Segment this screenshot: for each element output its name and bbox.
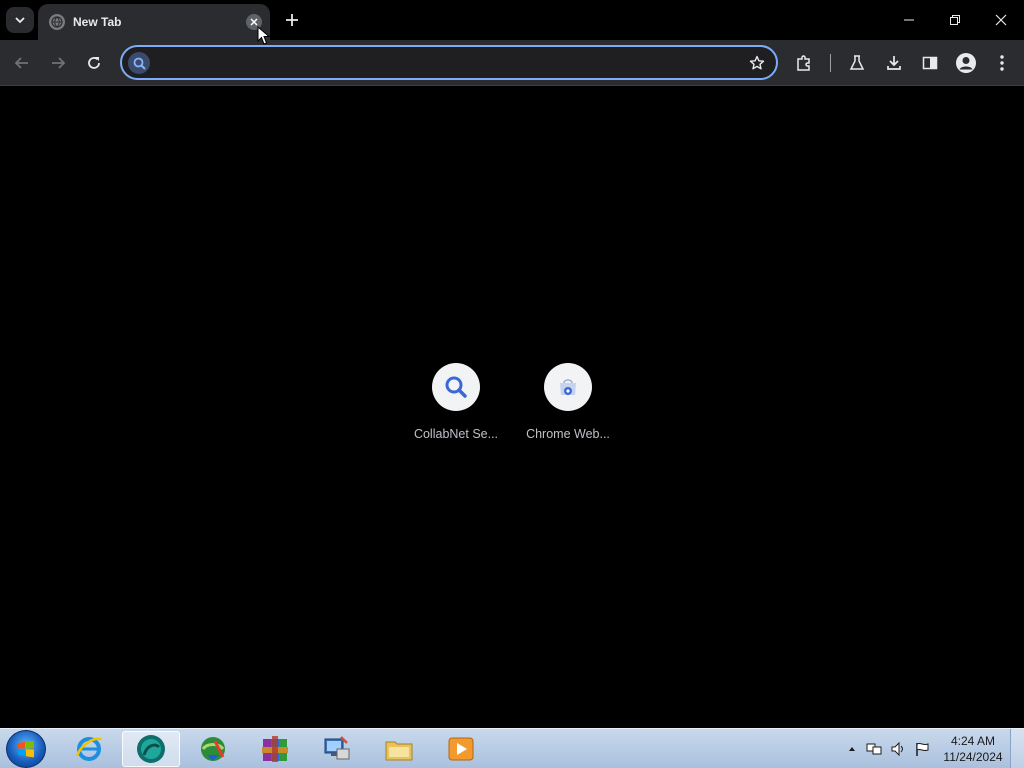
mouse-cursor-icon [257, 26, 271, 45]
shortcut-tile [432, 363, 480, 411]
internet-explorer-icon [75, 737, 102, 761]
show-desktop-button[interactable] [1010, 729, 1024, 768]
clock-date: 11/24/2024 [943, 750, 1003, 764]
action-center-flag-icon[interactable] [914, 741, 930, 757]
media-player-icon [448, 737, 474, 761]
bookmark-star-button[interactable] [746, 52, 768, 74]
browser-toolbar [0, 40, 1024, 86]
globe-icon [49, 14, 65, 30]
tab-search-button[interactable] [6, 7, 34, 33]
shortcut-label: Chrome Web... [526, 427, 610, 441]
new-tab-button[interactable] [280, 8, 304, 32]
close-icon [250, 18, 258, 26]
menu-button[interactable] [988, 49, 1016, 77]
shortcut-label: CollabNet Se... [413, 427, 499, 441]
address-bar[interactable] [120, 45, 778, 80]
restore-icon [950, 15, 960, 25]
clock-time: 4:24 AM [950, 734, 996, 748]
downloads-button[interactable] [880, 49, 908, 77]
extensions-button[interactable] [790, 49, 818, 77]
back-button[interactable] [8, 49, 36, 77]
puzzle-icon [797, 55, 810, 71]
taskbar-file-explorer[interactable] [370, 731, 428, 767]
minimize-icon [904, 19, 914, 21]
start-button[interactable] [6, 730, 46, 768]
search-icon [128, 52, 150, 74]
taskbar-internet-explorer[interactable] [60, 731, 118, 767]
avatar-icon [956, 53, 976, 73]
network-status-icon[interactable] [866, 741, 882, 757]
shortcut-collabnet[interactable]: CollabNet Se... [400, 363, 512, 453]
taskbar-download-manager[interactable] [184, 731, 242, 767]
minimize-button[interactable] [886, 0, 932, 40]
toolbar-separator [830, 54, 831, 72]
restore-button[interactable] [932, 0, 978, 40]
side-panel-icon [922, 56, 938, 70]
reload-icon [88, 57, 100, 69]
taskbar-network-app[interactable] [308, 731, 366, 767]
windows-logo-icon [18, 740, 34, 758]
arrow-right-icon [52, 57, 66, 69]
close-window-button[interactable] [978, 0, 1024, 40]
chevron-up-icon [849, 747, 855, 751]
new-tab-page: CollabNet Se... Chrome Web... [0, 87, 1024, 728]
windows-taskbar: 4:24 AM 11/24/2024 [0, 728, 1024, 768]
flask-icon [849, 55, 865, 70]
shortcut-tile [544, 363, 592, 411]
reload-button[interactable] [80, 49, 108, 77]
show-hidden-icons-button[interactable] [844, 741, 860, 757]
taskbar-media-player[interactable] [432, 731, 490, 767]
chrome-web-store-icon [560, 379, 576, 395]
screen: New Tab CollabNet Se... Chrome Web... 4:… [0, 0, 1024, 768]
star-icon [749, 55, 765, 70]
search-icon [445, 376, 467, 398]
system-clock[interactable]: 4:24 AM 11/24/2024 [938, 733, 1008, 765]
plus-icon [286, 14, 298, 26]
tab-title: New Tab [73, 15, 122, 29]
more-vertical-icon [1000, 55, 1004, 71]
download-icon [887, 56, 901, 70]
winrar-icon [262, 736, 288, 762]
close-icon [995, 14, 1007, 26]
volume-icon[interactable] [890, 741, 906, 757]
shortcut-chrome-web-store[interactable]: Chrome Web... [512, 363, 624, 453]
chrome-app-icon [137, 735, 165, 763]
labs-button[interactable] [843, 49, 871, 77]
side-panel-button[interactable] [916, 49, 944, 77]
forward-button[interactable] [44, 49, 72, 77]
address-input[interactable] [158, 51, 738, 75]
network-app-icon [324, 736, 350, 760]
tab-strip: New Tab [0, 0, 1024, 40]
tab-new-tab[interactable]: New Tab [38, 4, 270, 40]
file-explorer-icon [385, 741, 413, 761]
profile-button[interactable] [952, 49, 980, 77]
arrow-left-icon [14, 57, 28, 69]
taskbar-chrome[interactable] [122, 731, 180, 767]
download-manager-icon [201, 737, 225, 761]
chevron-down-icon [15, 17, 25, 24]
taskbar-winrar[interactable] [246, 731, 304, 767]
